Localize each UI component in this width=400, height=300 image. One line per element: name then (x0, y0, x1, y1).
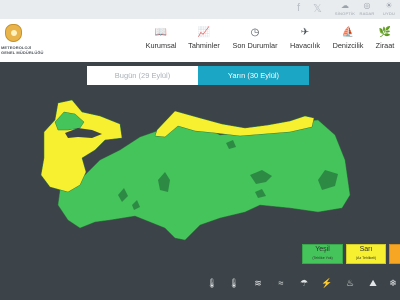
nav-label: Ziraat (375, 41, 395, 50)
legend-yellow[interactable]: Sarı (Az Tehlikeli) (346, 244, 386, 264)
book-icon: 📖 (154, 27, 168, 38)
nav-son-durumlar[interactable]: ◷ Son Durumlar (231, 25, 279, 50)
main-header: METEOROLOJİ GENEL MÜDÜRLÜĞÜ 📖 Kurumsal 📈… (0, 19, 400, 62)
nav-label: Havacılık (289, 41, 320, 50)
thermometer-high-icon[interactable]: 🌡 (227, 276, 241, 290)
nav-kurumsal[interactable]: 📖 Kurumsal (144, 25, 178, 50)
mini-link-uydu[interactable]: ☀ UYDU (378, 1, 400, 19)
mini-link-label: SİNOPTİK (334, 11, 356, 16)
facebook-icon[interactable]: f (297, 2, 300, 14)
logo-text-line2: GENEL MÜDÜRLÜĞÜ (1, 50, 44, 55)
nav-ziraat[interactable]: 🌿 Ziraat (372, 25, 398, 50)
radar-icon: ◎ (363, 1, 371, 10)
nav-havacilik[interactable]: ✈ Havacılık (288, 25, 322, 50)
mgm-logo[interactable]: METEOROLOJİ GENEL MÜDÜRLÜĞÜ (1, 22, 43, 58)
top-utility-bar: f 𝕏 ☁ SİNOPTİK ◎ RADAR ☀ UYDU (0, 0, 400, 19)
nav-label: Kurumsal (145, 41, 177, 50)
legend-name: Yeşil (315, 246, 330, 253)
tab-today[interactable]: Bugün (29 Eylül) (87, 66, 198, 85)
mini-link-sinoptik[interactable]: ☁ SİNOPTİK (334, 1, 356, 19)
leaf-icon: 🌿 (378, 27, 392, 38)
mini-link-label: UYDU (382, 11, 396, 16)
rain-icon[interactable]: ☂ (297, 276, 311, 290)
legend-description: (Tehlike Yok) (312, 256, 333, 260)
day-tabs: Bugün (29 Eylül) Yarın (30 Eylül) (87, 66, 309, 85)
legend-green[interactable]: Yeşil (Tehlike Yok) (302, 244, 343, 264)
airplane-icon: ✈ (300, 27, 310, 38)
satellite-icon: ☀ (385, 1, 393, 10)
wind-icon[interactable]: ≈ (274, 276, 288, 290)
mini-link-radar[interactable]: ◎ RADAR (356, 1, 378, 19)
nav-denizcilik[interactable]: ⛵ Denizcilik (330, 25, 366, 50)
mini-link-label: RADAR (359, 11, 375, 16)
clock-icon: ◷ (250, 27, 260, 38)
tab-tomorrow[interactable]: Yarın (30 Eylül) (198, 66, 309, 85)
avalanche-icon[interactable]: ⛰ (366, 276, 380, 290)
sailboat-icon: ⛵ (341, 27, 355, 38)
warning-map (40, 99, 351, 241)
thunderstorm-icon[interactable]: ⚡ (320, 276, 334, 290)
nav-label: Denizcilik (332, 41, 364, 50)
dust-icon[interactable]: ♨ (343, 276, 357, 290)
chart-icon: 📈 (197, 27, 211, 38)
legend-orange[interactable] (389, 244, 400, 264)
nav-label: Tahminler (188, 41, 220, 50)
legend-description: (Az Tehlikeli) (355, 256, 377, 260)
weather-station-icon: ☁ (341, 1, 349, 10)
snow-icon[interactable]: ❄ (386, 276, 400, 290)
fog-icon[interactable]: ≋ (251, 276, 265, 290)
thermometer-low-icon[interactable]: 🌡 (205, 276, 219, 290)
legend-name: Sarı (359, 246, 373, 253)
logo-emblem-icon (5, 24, 22, 42)
nav-label: Son Durumlar (232, 41, 278, 50)
nav-tahminler[interactable]: 📈 Tahminler (186, 25, 222, 50)
x-twitter-icon[interactable]: 𝕏 (313, 2, 322, 15)
